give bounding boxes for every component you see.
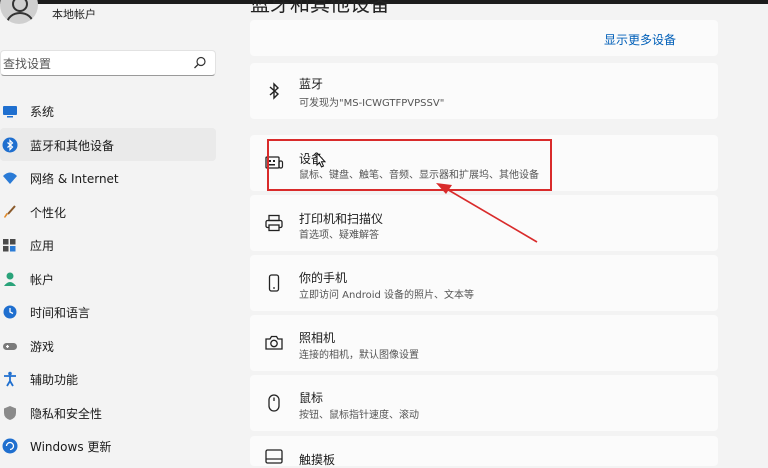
sidebar-item-label: 帐户	[30, 272, 55, 287]
sidebar-item-accounts[interactable]: 帐户	[0, 262, 216, 296]
card-title: 你的手机	[299, 271, 348, 285]
phone-icon	[268, 274, 280, 292]
card-title: 触摸板	[299, 453, 336, 467]
sidebar-item-windows-update[interactable]: Windows 更新	[0, 429, 216, 463]
camera-icon	[265, 335, 283, 350]
card-mouse[interactable]: 鼠标 按钮、鼠标指针速度、滚动	[250, 375, 718, 431]
sidebar-item-label: 时间和语言	[30, 306, 91, 320]
annotation-highlight-box	[267, 139, 552, 191]
card-subtitle: 按钮、鼠标指针速度、滚动	[299, 410, 419, 421]
page-title: 蓝牙和其他设备	[250, 0, 390, 16]
card-subtitle: 立即访问 Android 设备的照片、文本等	[299, 290, 475, 301]
sidebar-nav: 系统 蓝牙和其他设备 网络 & Internet 个性化 应用 帐户 时间和语言…	[0, 94, 216, 463]
card-subtitle: 连接的相机，默认图像设置	[299, 350, 419, 361]
card-title: 鼠标	[299, 391, 324, 405]
search-input[interactable]	[1, 51, 185, 77]
mouse-cursor-icon	[316, 152, 327, 168]
accessibility-icon	[4, 371, 16, 387]
sidebar-item-network[interactable]: 网络 & Internet	[0, 161, 216, 195]
search-box[interactable]	[0, 50, 216, 77]
sidebar-item-label: 蓝牙和其他设备	[30, 138, 115, 153]
sidebar-item-gaming[interactable]: 游戏	[0, 329, 216, 363]
sidebar-item-system[interactable]: 系统	[0, 94, 216, 128]
person-icon	[4, 272, 16, 286]
bluetooth-icon	[2, 137, 18, 152]
shield-icon	[4, 405, 16, 420]
sidebar-item-label: 游戏	[30, 339, 55, 354]
card-title: 蓝牙	[299, 77, 324, 91]
clock-globe-icon	[3, 305, 17, 319]
mouse-icon	[268, 394, 280, 412]
main-content: 蓝牙和其他设备 显示更多设备 蓝牙 可发现为"MS-ICWGTFPVPSSV" …	[250, 0, 768, 467]
show-more-devices-card: 显示更多设备	[250, 20, 718, 56]
sidebar-item-label: 个性化	[30, 205, 67, 220]
sidebar-item-label: 应用	[30, 239, 55, 253]
update-icon	[2, 438, 18, 454]
bluetooth-icon	[269, 82, 280, 100]
account-name: 本地帐户	[52, 8, 96, 21]
show-more-devices-link[interactable]: 显示更多设备	[604, 31, 676, 48]
card-subtitle: 首选项、疑难解答	[299, 230, 379, 241]
card-title: 打印机和扫描仪	[299, 212, 384, 226]
brush-icon	[4, 204, 16, 218]
sidebar: 本地帐户 系统 蓝牙和其他设备 网络 & Internet	[0, 0, 240, 466]
card-printers-scanners[interactable]: 打印机和扫描仪 首选项、疑难解答	[250, 195, 718, 251]
sidebar-item-bluetooth-devices[interactable]: 蓝牙和其他设备	[0, 127, 216, 161]
sidebar-item-accessibility[interactable]: 辅助功能	[0, 362, 216, 396]
monitor-icon	[3, 106, 17, 118]
account-header[interactable]: 本地帐户	[0, 0, 240, 28]
sidebar-item-privacy-security[interactable]: 隐私和安全性	[0, 396, 216, 430]
card-camera[interactable]: 照相机 连接的相机，默认图像设置	[250, 315, 718, 371]
touchpad-icon	[265, 449, 283, 464]
sidebar-item-apps[interactable]: 应用	[0, 228, 216, 262]
apps-icon	[3, 239, 16, 252]
sidebar-item-label: Windows 更新	[30, 440, 112, 454]
search-icon[interactable]	[193, 56, 207, 70]
sidebar-item-label: 网络 & Internet	[30, 172, 119, 186]
sidebar-item-label: 系统	[30, 105, 55, 119]
printer-icon	[265, 214, 283, 232]
card-title: 照相机	[299, 331, 336, 345]
card-bluetooth[interactable]: 蓝牙 可发现为"MS-ICWGTFPVPSSV"	[250, 63, 718, 119]
sidebar-item-time-language[interactable]: 时间和语言	[0, 295, 216, 329]
wifi-icon	[3, 172, 17, 184]
sidebar-item-label: 辅助功能	[30, 373, 79, 387]
card-your-phone[interactable]: 你的手机 立即访问 Android 设备的照片、文本等	[250, 255, 718, 311]
sidebar-item-label: 隐私和安全性	[30, 406, 103, 421]
gamepad-icon	[3, 342, 17, 350]
card-subtitle: 可发现为"MS-ICWGTFPVPSSV"	[299, 98, 445, 109]
avatar	[0, 0, 38, 24]
sidebar-item-personalization[interactable]: 个性化	[0, 195, 216, 229]
card-touchpad[interactable]: 触摸板	[250, 436, 718, 467]
